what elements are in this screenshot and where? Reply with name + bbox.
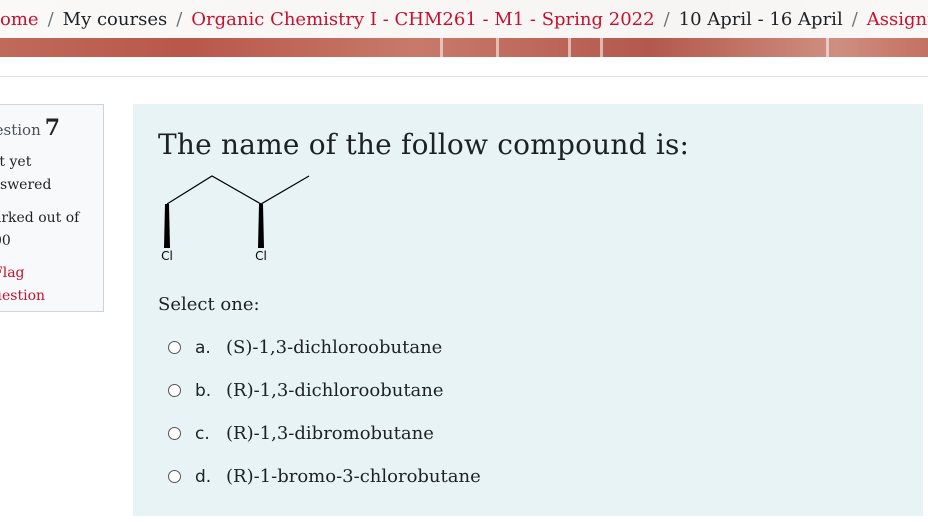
banner-image-strip (0, 38, 928, 57)
option-text: (R)-1,3-dichloroobutane (226, 380, 444, 401)
breadcrumb-assignment[interactable]: Assignmen (867, 9, 928, 30)
breadcrumb-separator: / (176, 8, 183, 30)
question-state: ot yet nswered (0, 151, 51, 197)
breadcrumb-course[interactable]: Organic Chemistry I - CHM261 - M1 - Spri… (191, 9, 654, 30)
question-state-line: nswered (0, 177, 52, 193)
flag-question-label[interactable]: uestion (0, 285, 45, 308)
breadcrumb-home[interactable]: ome (0, 9, 39, 30)
atom-label-cl: Cl (255, 249, 267, 263)
flag-question-label[interactable]: Flag (0, 262, 45, 285)
question-info-panel: uestion7 ot yet nswered arked out of 00 … (0, 104, 104, 312)
answer-options: a. (S)-1,3-dichloroobutane b. (R)-1,3-di… (168, 326, 481, 498)
question-label: uestion (0, 121, 41, 139)
breadcrumb-separator: / (47, 8, 54, 30)
radio-button[interactable] (168, 384, 181, 397)
breadcrumb: ome / My courses / Organic Chemistry I -… (0, 0, 928, 38)
breadcrumb-separator: / (663, 8, 670, 30)
answer-option-a[interactable]: a. (S)-1,3-dichloroobutane (168, 326, 481, 369)
option-text: (R)-1-bromo-3-chlorobutane (226, 466, 481, 487)
option-letter: d. (195, 466, 212, 487)
radio-button[interactable] (168, 427, 181, 440)
option-letter: c. (195, 423, 210, 444)
breadcrumb-separator: / (851, 8, 858, 30)
answer-option-d[interactable]: d. (R)-1-bromo-3-chlorobutane (168, 455, 481, 498)
question-state-line: ot yet (0, 154, 32, 170)
question-grade-line: 00 (0, 233, 11, 249)
question-grade-line: arked out of (0, 210, 80, 226)
option-letter: a. (195, 337, 211, 358)
question-content: The name of the follow compound is: Cl C… (133, 104, 923, 516)
flag-question-link[interactable]: Flag uestion (0, 262, 45, 308)
header-divider (0, 76, 928, 77)
radio-button[interactable] (168, 341, 181, 354)
header-banner: ome / My courses / Organic Chemistry I -… (0, 0, 928, 57)
select-one-prompt: Select one: (158, 294, 260, 315)
question-grade: arked out of 00 (0, 207, 79, 253)
breadcrumb-my-courses[interactable]: My courses (63, 9, 168, 30)
compound-structure-image: Cl Cl (161, 175, 310, 263)
option-letter: b. (195, 380, 212, 401)
question-number-value: 7 (44, 115, 61, 141)
question-number: uestion7 (0, 115, 60, 141)
radio-button[interactable] (168, 470, 181, 483)
option-text: (R)-1,3-dibromobutane (226, 423, 434, 444)
breadcrumb-week[interactable]: 10 April - 16 April (679, 9, 843, 30)
answer-option-c[interactable]: c. (R)-1,3-dibromobutane (168, 412, 481, 455)
option-text: (S)-1,3-dichloroobutane (226, 337, 443, 358)
answer-option-b[interactable]: b. (R)-1,3-dichloroobutane (168, 369, 481, 412)
question-text: The name of the follow compound is: (158, 128, 690, 161)
atom-label-cl: Cl (161, 249, 173, 263)
